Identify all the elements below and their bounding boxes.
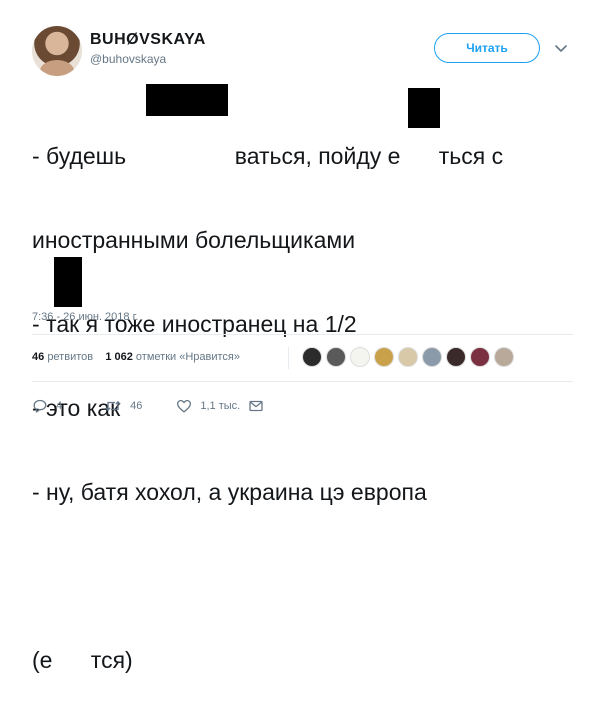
retweet-action[interactable]: 46 (104, 398, 142, 414)
message-action[interactable] (248, 398, 272, 414)
avatar-5[interactable] (398, 347, 418, 367)
avatar-figure (40, 60, 74, 76)
divider (32, 334, 573, 335)
avatar-9[interactable] (494, 347, 514, 367)
redaction-box (54, 257, 82, 307)
reply-count: 4 (56, 400, 63, 412)
avatar-8[interactable] (470, 347, 490, 367)
avatar-7[interactable] (446, 347, 466, 367)
likes-count[interactable]: 1 062 (105, 351, 133, 363)
avatar-6[interactable] (422, 347, 442, 367)
engagement-stats: 46 ретвитов 1 062 отметки «Нравится» (32, 351, 240, 363)
tweet-actions: 4 46 1,1 тыс. (32, 398, 300, 414)
avatar-2[interactable] (326, 347, 346, 367)
envelope-icon[interactable] (248, 398, 264, 414)
reply-icon[interactable] (32, 398, 48, 414)
avatar-4[interactable] (374, 347, 394, 367)
tweet-line: - будешь ваться, пойду е ться с (32, 143, 504, 169)
tweet-text: - будешь ваться, пойду е ться с иностран… (32, 86, 572, 702)
author-display-name[interactable]: BUHØVSKAYA (90, 31, 206, 49)
tweet-timestamp[interactable]: 7:36 - 26 июн. 2018 г. (32, 311, 138, 323)
retweet-count: 46 (130, 400, 143, 412)
avatar-3[interactable] (350, 347, 370, 367)
follow-button[interactable]: Читать (434, 33, 540, 63)
retweets-label[interactable]: ретвитов (47, 351, 93, 363)
tweet-line: иностранными болельщиками (32, 227, 356, 253)
redaction-box (408, 88, 440, 128)
retweet-icon[interactable] (104, 398, 122, 414)
heart-icon[interactable] (176, 398, 192, 414)
liker-avatars (302, 347, 514, 367)
redaction-box (146, 84, 228, 116)
author-avatar[interactable] (32, 26, 82, 76)
chevron-down-icon[interactable] (553, 40, 569, 56)
divider (32, 381, 573, 382)
tweet-line: (е тся) (32, 647, 133, 673)
retweets-count[interactable]: 46 (32, 351, 44, 363)
tweet-line (32, 562, 572, 590)
tweet-line: - ну, батя хохол, а украина цэ европа (32, 479, 427, 505)
stats-separator (288, 347, 289, 369)
likes-label[interactable]: отметки «Нравится» (136, 351, 240, 363)
author-handle[interactable]: @buhovskaya (90, 52, 166, 66)
like-action[interactable]: 1,1 тыс. (176, 398, 240, 414)
like-count: 1,1 тыс. (200, 400, 241, 412)
avatar-1[interactable] (302, 347, 322, 367)
reply-action[interactable]: 4 (32, 398, 62, 414)
